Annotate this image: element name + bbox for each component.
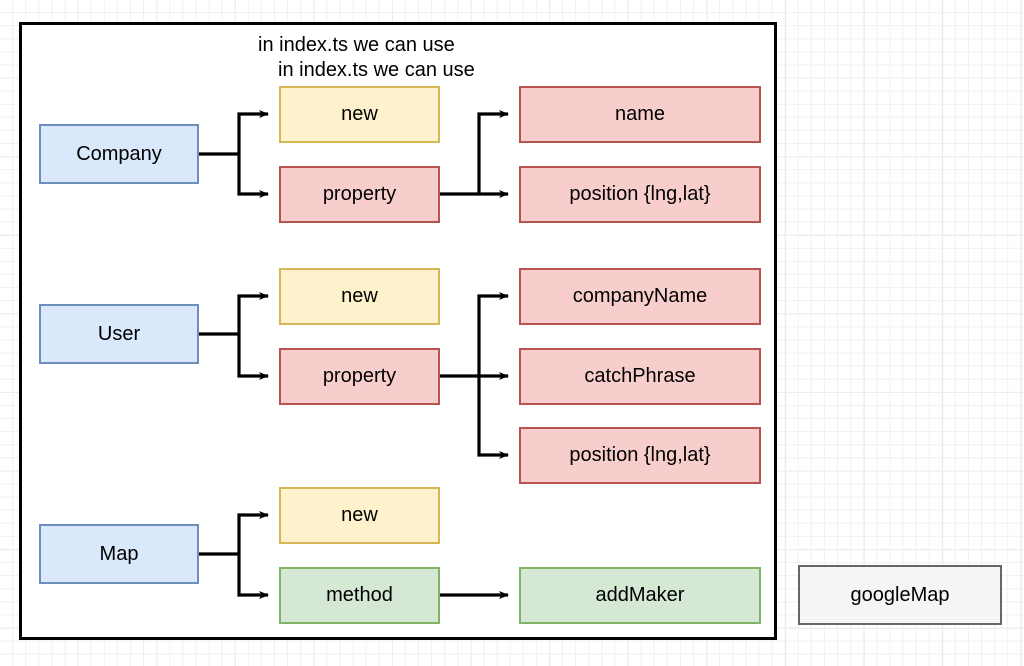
member-box-user-catchphrase[interactable]: catchPhrase bbox=[519, 348, 761, 405]
kind-box-map-new[interactable]: new bbox=[279, 487, 440, 544]
note-text-line-1: in index.ts we can use bbox=[258, 34, 455, 56]
kind-box-map-method[interactable]: method bbox=[279, 567, 440, 624]
member-box-map-addmaker[interactable]: addMaker bbox=[519, 567, 761, 624]
kind-box-user-property[interactable]: property bbox=[279, 348, 440, 405]
kind-box-company-new[interactable]: new bbox=[279, 86, 440, 143]
kind-box-company-property[interactable]: property bbox=[279, 166, 440, 223]
entity-box-user[interactable]: User bbox=[39, 304, 199, 364]
aside-box-googlemap[interactable]: googleMap bbox=[798, 565, 1002, 625]
member-box-company-name[interactable]: name bbox=[519, 86, 761, 143]
diagram-canvas: in index.ts we can use in index.ts we ca… bbox=[0, 0, 1024, 666]
entity-box-map[interactable]: Map bbox=[39, 524, 199, 584]
member-box-user-companyname[interactable]: companyName bbox=[519, 268, 761, 325]
kind-box-user-new[interactable]: new bbox=[279, 268, 440, 325]
member-box-user-position[interactable]: position {lng,lat} bbox=[519, 427, 761, 484]
entity-box-company[interactable]: Company bbox=[39, 124, 199, 184]
member-box-company-position[interactable]: position {lng,lat} bbox=[519, 166, 761, 223]
note-text-line-2: in index.ts we can use bbox=[278, 59, 475, 81]
